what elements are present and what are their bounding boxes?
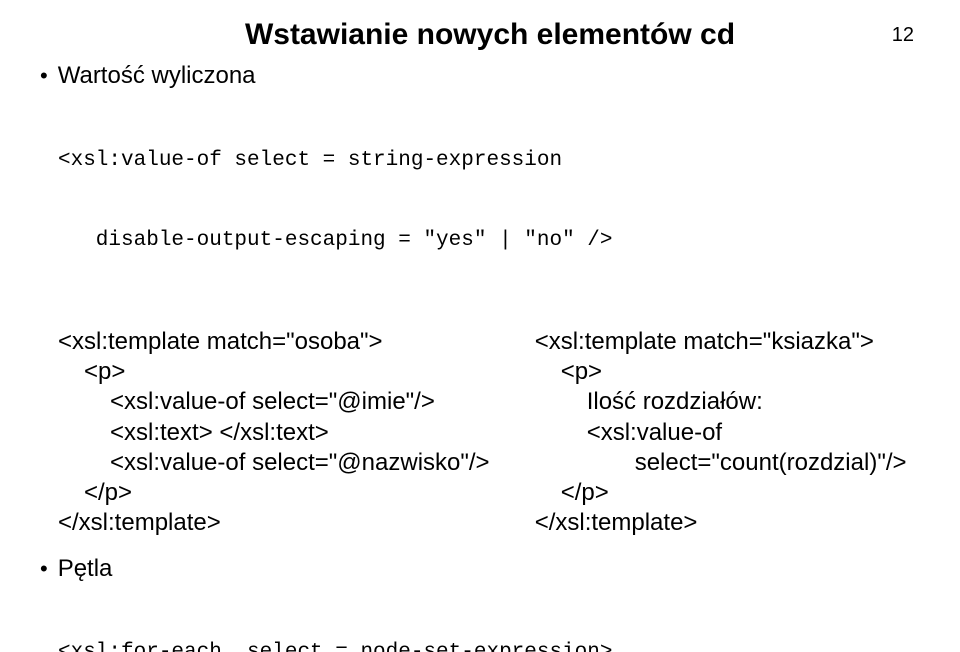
code-line: <xsl:value-of bbox=[535, 418, 922, 448]
page-number: 12 bbox=[892, 24, 914, 47]
code-line: <xsl:value-of select = string-expression bbox=[58, 148, 922, 175]
bullet-wartosc: • Wartość wyliczona bbox=[40, 62, 922, 90]
code-line: disable-output-escaping = "yes" | "no" /… bbox=[58, 228, 922, 255]
code-value-of: <xsl:value-of select = string-expression… bbox=[58, 94, 922, 309]
bullet-dot-icon: • bbox=[40, 65, 48, 87]
code-line: <xsl:value-of select="@imie"/> bbox=[58, 387, 535, 417]
bullet-label: Wartość wyliczona bbox=[58, 62, 256, 90]
document-page: Wstawianie nowych elementów cd 12 • Wart… bbox=[0, 0, 960, 652]
code-line: </xsl:template> bbox=[535, 508, 922, 538]
example-osoba: <xsl:template match="osoba"> <p> <xsl:va… bbox=[58, 327, 535, 539]
bullet-petla: • Pętla bbox=[40, 555, 922, 583]
code-line: </p> bbox=[58, 478, 535, 508]
section-value-of: • Wartość wyliczona <xsl:value-of select… bbox=[58, 62, 922, 309]
code-line: <p> bbox=[535, 357, 922, 387]
bullet-label: Pętla bbox=[58, 555, 113, 583]
code-line: <xsl:value-of select="@nazwisko"/> bbox=[58, 448, 535, 478]
example-ksiazka: <xsl:template match="ksiazka"> <p> Ilość… bbox=[535, 327, 922, 539]
code-line: </xsl:template> bbox=[58, 508, 535, 538]
examples-row: <xsl:template match="osoba"> <p> <xsl:va… bbox=[58, 327, 922, 539]
page-title: Wstawianie nowych elementów cd bbox=[245, 18, 735, 52]
section-petla: • Pętla <xsl:for-each select = node-set-… bbox=[58, 555, 922, 652]
header-row: Wstawianie nowych elementów cd 12 bbox=[58, 18, 922, 52]
code-line: <xsl:text> </xsl:text> bbox=[58, 418, 535, 448]
code-line: <p> bbox=[58, 357, 535, 387]
code-line: Ilość rozdziałów: bbox=[535, 387, 922, 417]
code-line: <xsl:for-each select = node-set-expressi… bbox=[58, 640, 922, 652]
code-line: <xsl:template match="osoba"> bbox=[58, 327, 535, 357]
code-line: </p> bbox=[535, 478, 922, 508]
code-line: select="count(rozdzial)"/> bbox=[535, 448, 922, 478]
code-line: <xsl:template match="ksiazka"> bbox=[535, 327, 922, 357]
code-for-each: <xsl:for-each select = node-set-expressi… bbox=[58, 587, 922, 652]
bullet-dot-icon: • bbox=[40, 558, 48, 580]
